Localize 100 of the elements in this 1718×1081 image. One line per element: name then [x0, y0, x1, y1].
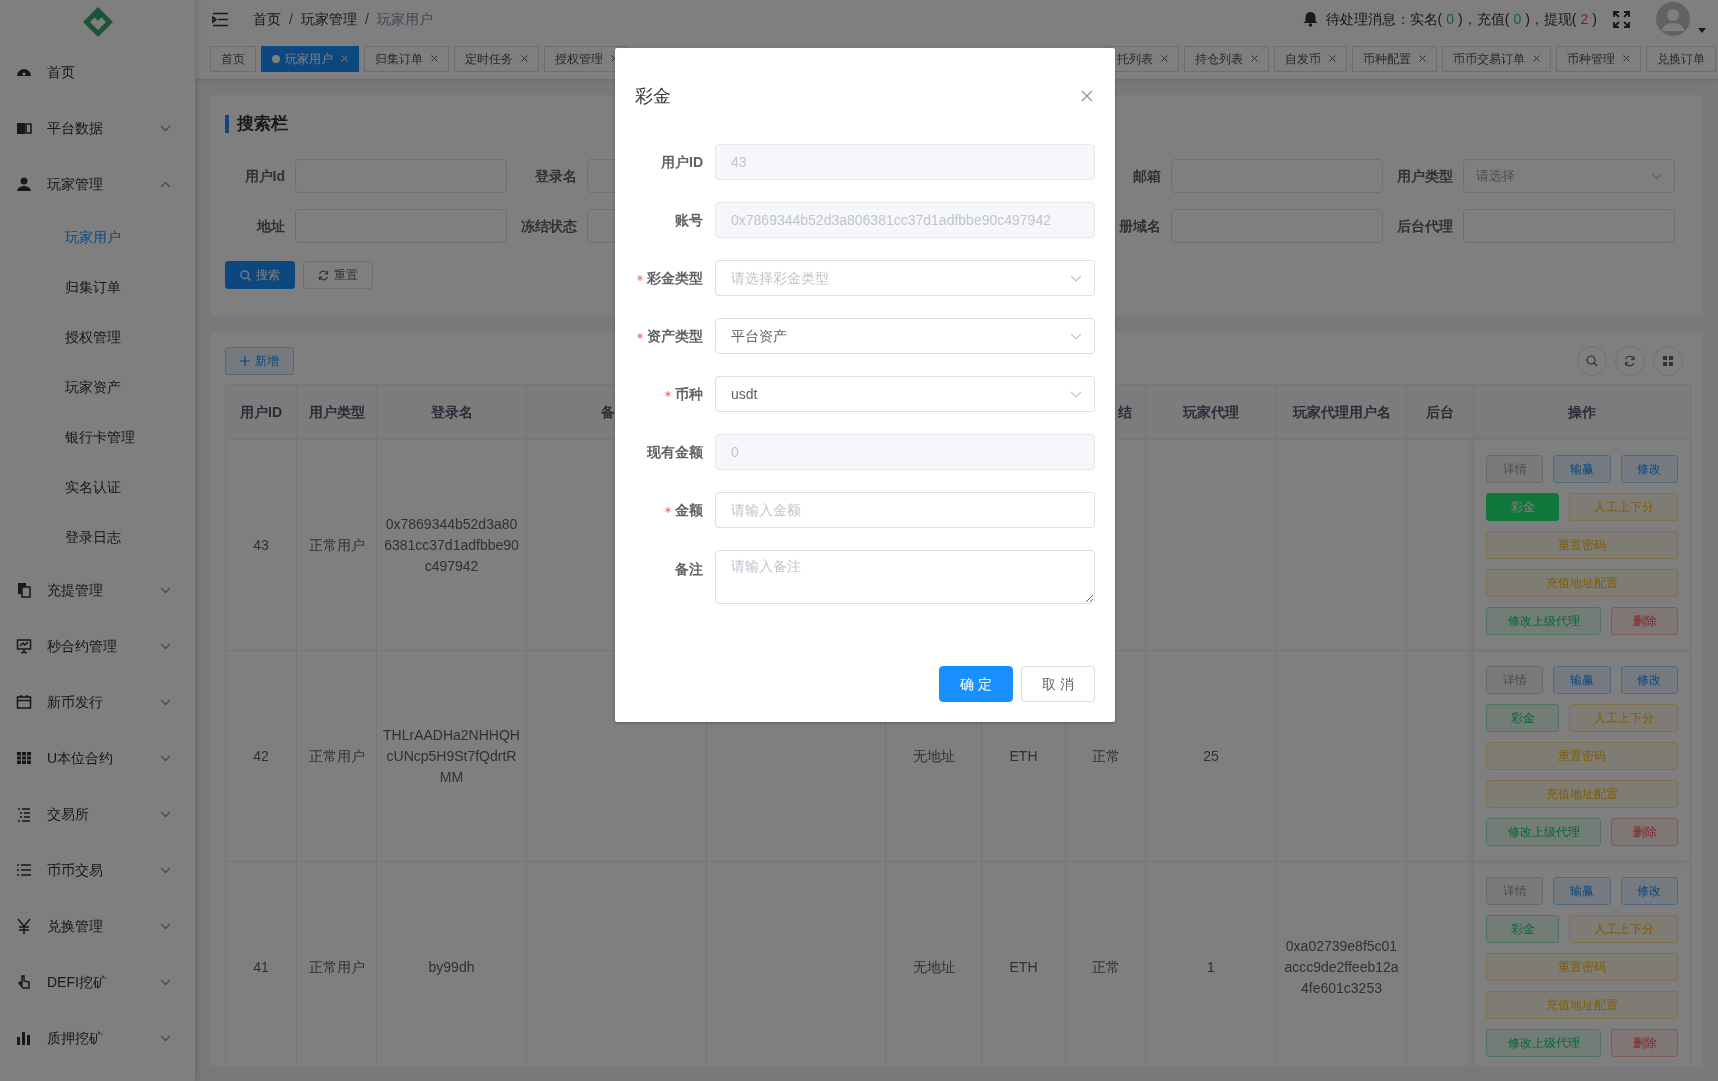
field-label: 币种 [675, 384, 703, 404]
refresh-icon [1624, 355, 1636, 367]
field-label: 资产类型 [647, 326, 703, 346]
tab[interactable]: 币种配置 [1352, 45, 1437, 72]
plus-icon [240, 356, 250, 366]
field-label: 用户类型 [1396, 166, 1454, 186]
tab[interactable]: 币币交易订单 [1442, 45, 1551, 72]
sidebar-item[interactable]: 兑换管理 [0, 898, 195, 954]
action-button[interactable]: 修改 [1620, 455, 1678, 483]
table-cell: 正常用户 [296, 439, 377, 651]
tab[interactable]: 首页 [210, 45, 256, 72]
action-button[interactable]: 删除 [1611, 607, 1678, 635]
search-button[interactable] [1577, 346, 1607, 376]
cancel-button[interactable]: 取 消 [1021, 666, 1095, 702]
action-button[interactable]: 修改上级代理 [1486, 607, 1601, 635]
sidebar-item[interactable]: 平台数据 [0, 100, 195, 156]
action-button[interactable]: 输赢 [1553, 455, 1611, 483]
sidebar-subitem[interactable]: 实名认证 [0, 462, 195, 512]
select-field[interactable]: 请选择彩金类型 [715, 260, 1095, 296]
column-header: 玩家代理 [1145, 384, 1277, 440]
action-button[interactable]: 输赢 [1553, 877, 1611, 905]
column-header: 后台 [1406, 384, 1474, 440]
action-button[interactable]: 彩金 [1486, 915, 1559, 943]
column-header: 用户ID [225, 384, 297, 440]
tab[interactable]: 币种管理 [1556, 45, 1641, 72]
sidebar-subitem[interactable]: 授权管理 [0, 312, 195, 362]
dialog-title: 彩金 [635, 84, 671, 108]
chevron-down-icon [1070, 274, 1082, 282]
tab[interactable]: 持仓列表 [1184, 45, 1269, 72]
sidebar-subitem[interactable]: 归集订单 [0, 262, 195, 312]
field-label: 用户Id [243, 166, 286, 186]
sidebar-item[interactable]: 交易所 [0, 786, 195, 842]
search-icon [240, 269, 251, 281]
sidebar-item[interactable]: 玩家管理 [0, 156, 195, 212]
tab[interactable]: 定时任务 [454, 45, 539, 72]
breadcrumb-link[interactable]: 玩家管理 [300, 8, 357, 30]
monitor-icon [16, 638, 32, 654]
breadcrumb-separator: / [289, 9, 293, 29]
caret-icon[interactable] [1698, 27, 1706, 33]
breadcrumb-link[interactable]: 首页 [253, 8, 281, 30]
copy-icon [16, 582, 32, 598]
notice-text: 待处理消息：实名( 0 )，充值( 0 )，提现( 2 ) [1325, 9, 1597, 29]
select-field[interactable]: 平台资产 [715, 318, 1095, 354]
action-button[interactable]: 彩金 [1486, 704, 1559, 732]
table-cell: 0x7869344b52d3a806381cc37d1adfbbe90c497942 [376, 439, 527, 651]
sidebar-subitem[interactable]: 银行卡管理 [0, 412, 195, 462]
confirm-button[interactable]: 确 定 [939, 666, 1013, 702]
bell-icon[interactable] [1302, 11, 1318, 27]
menu-icon[interactable] [212, 11, 229, 27]
table-cell: 25 [1145, 650, 1277, 862]
tab[interactable]: 玩家用户 [261, 45, 359, 72]
sidebar-item[interactable]: 质押挖矿 [0, 1010, 195, 1066]
bar-chart-icon [16, 1030, 32, 1046]
textarea-field[interactable]: 请输入备注 [715, 550, 1095, 604]
sidebar-item[interactable]: U本位合约 [0, 730, 195, 786]
action-button[interactable]: 删除 [1611, 818, 1678, 846]
refresh-button[interactable] [1615, 346, 1645, 376]
column-header: 玩家代理用户名 [1276, 384, 1407, 440]
tab[interactable]: 自发币 [1274, 45, 1347, 72]
table-cell: 42 [225, 650, 297, 862]
sidebar-item[interactable]: DEFI挖矿 [0, 954, 195, 1010]
tab[interactable]: 归集订单 [364, 45, 449, 72]
status-dot [272, 54, 280, 63]
search-button[interactable]: 搜索 [225, 261, 295, 289]
yen-icon [16, 918, 32, 934]
field-label: 金额 [675, 500, 703, 520]
breadcrumb-separator: / [364, 9, 369, 29]
action-button[interactable]: 修改 [1620, 877, 1678, 905]
grid-button[interactable] [1653, 346, 1683, 376]
sidebar-subitem[interactable]: 登录日志 [0, 512, 195, 562]
sidebar-subitem[interactable]: 玩家用户 [0, 212, 195, 262]
select-field[interactable]: usdt [715, 376, 1095, 412]
field-label: 登录名 [534, 166, 578, 186]
field-label: 地址 [255, 216, 286, 236]
sidebar-item[interactable]: 充提管理 [0, 562, 195, 618]
action-button[interactable]: 修改 [1620, 666, 1678, 694]
sidebar-item[interactable]: 新币发行 [0, 674, 195, 730]
tab[interactable]: 兑换订单 [1646, 45, 1716, 72]
field-label: 账号 [675, 210, 703, 230]
action-button[interactable]: 修改上级代理 [1486, 1029, 1601, 1057]
field-label: 彩金类型 [647, 268, 703, 288]
fullscreen-icon[interactable] [1613, 10, 1630, 28]
chevron-down-icon [1070, 332, 1082, 340]
action-button[interactable]: 修改上级代理 [1486, 818, 1601, 846]
add-button[interactable]: 新增 [225, 347, 294, 375]
calendar-icon [16, 694, 32, 710]
action-button[interactable]: 输赢 [1553, 666, 1611, 694]
chevron-down-icon [1651, 172, 1662, 180]
reset-button[interactable]: 重置 [303, 261, 373, 289]
sidebar-item[interactable]: 秒合约管理 [0, 618, 195, 674]
field-label: 册域名 [1118, 216, 1162, 236]
search-icon [1586, 355, 1598, 367]
sidebar-item[interactable]: 首页 [0, 44, 195, 100]
input-field[interactable]: 请输入金额 [715, 492, 1095, 528]
sidebar-subitem[interactable]: 玩家资产 [0, 362, 195, 412]
table-cell: 43 [225, 439, 297, 651]
refresh-icon [318, 269, 329, 281]
action-button[interactable]: 删除 [1611, 1029, 1678, 1057]
column-header: 登录名 [376, 384, 527, 440]
sidebar-item[interactable]: 币币交易 [0, 842, 195, 898]
